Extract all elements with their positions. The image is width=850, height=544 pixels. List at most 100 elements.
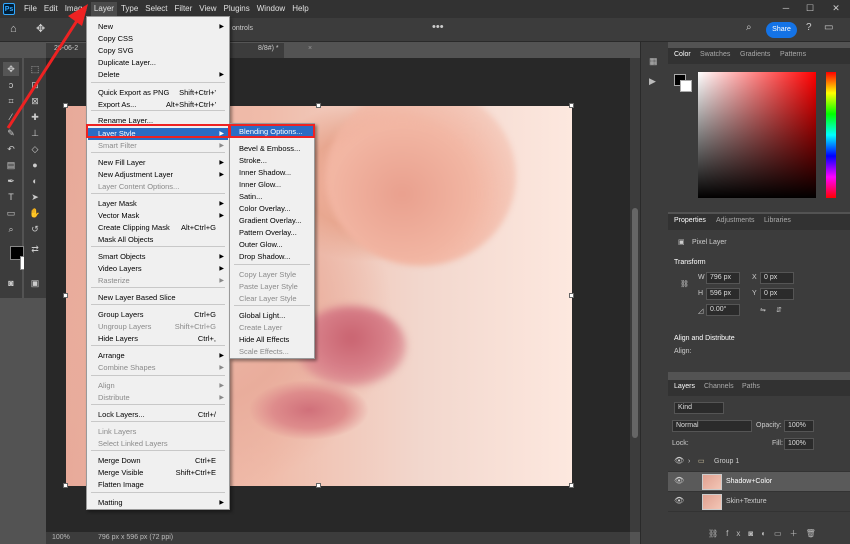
- tab-color[interactable]: Color: [674, 51, 691, 58]
- tab-layers[interactable]: Layers: [674, 383, 695, 390]
- swap-colors-icon[interactable]: ⇄: [27, 242, 43, 256]
- menu-view[interactable]: View: [196, 2, 219, 16]
- height-field[interactable]: 596 px: [706, 288, 740, 300]
- layer-menu-item-smart-objects[interactable]: Smart Objects ▶: [88, 251, 228, 263]
- layer-name[interactable]: Shadow+Color: [726, 478, 772, 485]
- more-options-icon[interactable]: •••: [432, 21, 444, 33]
- menu-select[interactable]: Select: [142, 2, 170, 16]
- menu-image[interactable]: Image: [62, 2, 90, 16]
- fill-field[interactable]: 100%: [784, 438, 814, 450]
- menu-layer[interactable]: Layer: [90, 2, 117, 16]
- y-field[interactable]: 0 px: [760, 288, 794, 300]
- transform-handle-b[interactable]: [316, 483, 321, 488]
- layer-name[interactable]: Skin+Texture: [726, 498, 767, 505]
- tab-channels[interactable]: Channels: [704, 383, 734, 390]
- angle-field[interactable]: 0.00°: [706, 304, 740, 316]
- background-color-chip[interactable]: [680, 80, 692, 92]
- actions-panel-icon[interactable]: ▶: [649, 76, 656, 87]
- lasso-tool-icon[interactable]: ↄ: [3, 78, 19, 92]
- transform-handle-tr[interactable]: [569, 103, 574, 108]
- menu-window[interactable]: Window: [254, 2, 288, 16]
- layer-row-group[interactable]: 👁 › ▭ Group 1: [668, 452, 850, 472]
- blur-tool-icon[interactable]: ●: [27, 158, 43, 172]
- tab-libraries[interactable]: Libraries: [764, 217, 791, 224]
- menu-help[interactable]: Help: [289, 2, 311, 16]
- blend-mode-select[interactable]: Normal: [672, 420, 752, 432]
- rectangle-tool-icon[interactable]: ▭: [3, 206, 19, 220]
- menu-file[interactable]: File: [21, 2, 40, 16]
- layer-name[interactable]: Group 1: [714, 458, 739, 465]
- tab-patterns[interactable]: Patterns: [780, 51, 806, 58]
- healing-tool-icon[interactable]: ✚: [27, 110, 43, 124]
- layer-style-item-hide-all-effects[interactable]: Hide All Effects: [231, 334, 313, 346]
- close-window-icon[interactable]: ✕: [824, 0, 848, 16]
- transform-handle-br[interactable]: [569, 483, 574, 488]
- layer-style-item-inner-shadow[interactable]: Inner Shadow...: [231, 167, 313, 179]
- color-picker-field[interactable]: [698, 72, 816, 198]
- zoom-level[interactable]: 100%: [52, 534, 70, 541]
- layer-menu-item-copy-css[interactable]: Copy CSS: [88, 33, 228, 45]
- eyedropper-tool-icon[interactable]: ⁄: [3, 110, 19, 124]
- tab-adjustments[interactable]: Adjustments: [716, 217, 755, 224]
- layer-style-item-gradient-overlay[interactable]: Gradient Overlay...: [231, 215, 313, 227]
- link-dimensions-icon[interactable]: ⛓: [680, 280, 689, 288]
- layer-menu-item-new-layer-based-slice[interactable]: New Layer Based Slice: [88, 292, 228, 304]
- path-select-icon[interactable]: ➤: [27, 190, 43, 204]
- menu-filter[interactable]: Filter: [172, 2, 196, 16]
- menu-plugins[interactable]: Plugins: [221, 2, 253, 16]
- workspace-icon[interactable]: ▭: [824, 22, 833, 33]
- tab-paths[interactable]: Paths: [742, 383, 760, 390]
- dodge-tool-icon[interactable]: ◐: [27, 174, 43, 188]
- vertical-scrollbar[interactable]: [630, 58, 640, 532]
- layer-row-skin-texture[interactable]: 👁 Skin+Texture: [668, 492, 850, 512]
- layer-style-item-outer-glow[interactable]: Outer Glow...: [231, 239, 313, 251]
- layer-menu-item-vector-mask[interactable]: Vector Mask ▶: [88, 210, 228, 222]
- pen-tool-icon[interactable]: ✒: [3, 174, 19, 188]
- transform-handle-t[interactable]: [316, 103, 321, 108]
- home-icon[interactable]: ⌂: [10, 23, 17, 35]
- move-tool-icon[interactable]: ✥: [3, 62, 19, 76]
- tab-swatches[interactable]: Swatches: [700, 51, 730, 58]
- transform-controls-label[interactable]: ontrols: [232, 25, 253, 32]
- transform-section-title[interactable]: Transform: [674, 259, 706, 266]
- zoom-tool-icon[interactable]: ⌕: [3, 222, 19, 236]
- move-tool-icon[interactable]: ✥: [36, 22, 45, 35]
- rotate-view-icon[interactable]: ↺: [27, 222, 43, 236]
- transform-handle-l[interactable]: [63, 293, 68, 298]
- width-field[interactable]: 796 px: [706, 272, 740, 284]
- layer-menu-item-lock-layers[interactable]: Lock Layers... Ctrl+/: [88, 409, 228, 421]
- opacity-field[interactable]: 100%: [784, 420, 814, 432]
- gradient-tool-icon[interactable]: ▤: [3, 158, 19, 172]
- marquee-tool-icon[interactable]: ⬚: [27, 62, 43, 76]
- layer-style-item-drop-shadow[interactable]: Drop Shadow...: [231, 251, 313, 263]
- group-expand-icon[interactable]: ›: [688, 458, 690, 465]
- visibility-eye-icon[interactable]: 👁: [674, 456, 684, 465]
- crop-tool-icon[interactable]: ⌗: [3, 94, 19, 108]
- layer-menu-item-flatten-image[interactable]: Flatten Image: [88, 479, 228, 491]
- layer-filter-select[interactable]: Kind: [674, 402, 724, 414]
- maximize-icon[interactable]: ☐: [798, 0, 822, 16]
- minimize-icon[interactable]: ─: [774, 0, 798, 16]
- layer-menu-item-group-layers[interactable]: Group Layers Ctrl+G: [88, 309, 228, 321]
- help-icon[interactable]: ?: [806, 22, 812, 33]
- frame-tool-icon[interactable]: ⊠: [27, 94, 43, 108]
- screen-mode-icon[interactable]: ▣: [27, 276, 43, 290]
- visibility-eye-icon[interactable]: 👁: [674, 476, 684, 485]
- history-panel-icon[interactable]: ▦: [649, 56, 658, 67]
- menu-type[interactable]: Type: [118, 2, 141, 16]
- layer-menu-item-delete[interactable]: Delete ▶: [88, 69, 228, 81]
- layer-menu-item-quick-export-as-png[interactable]: Quick Export as PNG Shift+Ctrl+': [88, 87, 228, 99]
- layer-menu-item-layer-mask[interactable]: Layer Mask ▶: [88, 198, 228, 210]
- layer-row-shadow-color[interactable]: 👁 Shadow+Color: [668, 472, 850, 492]
- transform-handle-bl[interactable]: [63, 483, 68, 488]
- type-tool-icon[interactable]: T: [3, 190, 19, 204]
- layer-menu-item-new-adjustment-layer[interactable]: New Adjustment Layer ▶: [88, 169, 228, 181]
- layer-menu-item-export-as[interactable]: Export As... Alt+Shift+Ctrl+': [88, 99, 228, 111]
- transform-handle-tl[interactable]: [63, 103, 68, 108]
- flip-horizontal-icon[interactable]: ⇋: [760, 306, 766, 314]
- flip-vertical-icon[interactable]: ⇵: [776, 306, 782, 314]
- layer-menu-item-create-clipping-mask[interactable]: Create Clipping Mask Alt+Ctrl+G: [88, 222, 228, 234]
- layer-menu-item-arrange[interactable]: Arrange ▶: [88, 350, 228, 362]
- layer-menu-item-mask-all-objects[interactable]: Mask All Objects: [88, 234, 228, 246]
- search-icon[interactable]: ⌕: [746, 22, 752, 33]
